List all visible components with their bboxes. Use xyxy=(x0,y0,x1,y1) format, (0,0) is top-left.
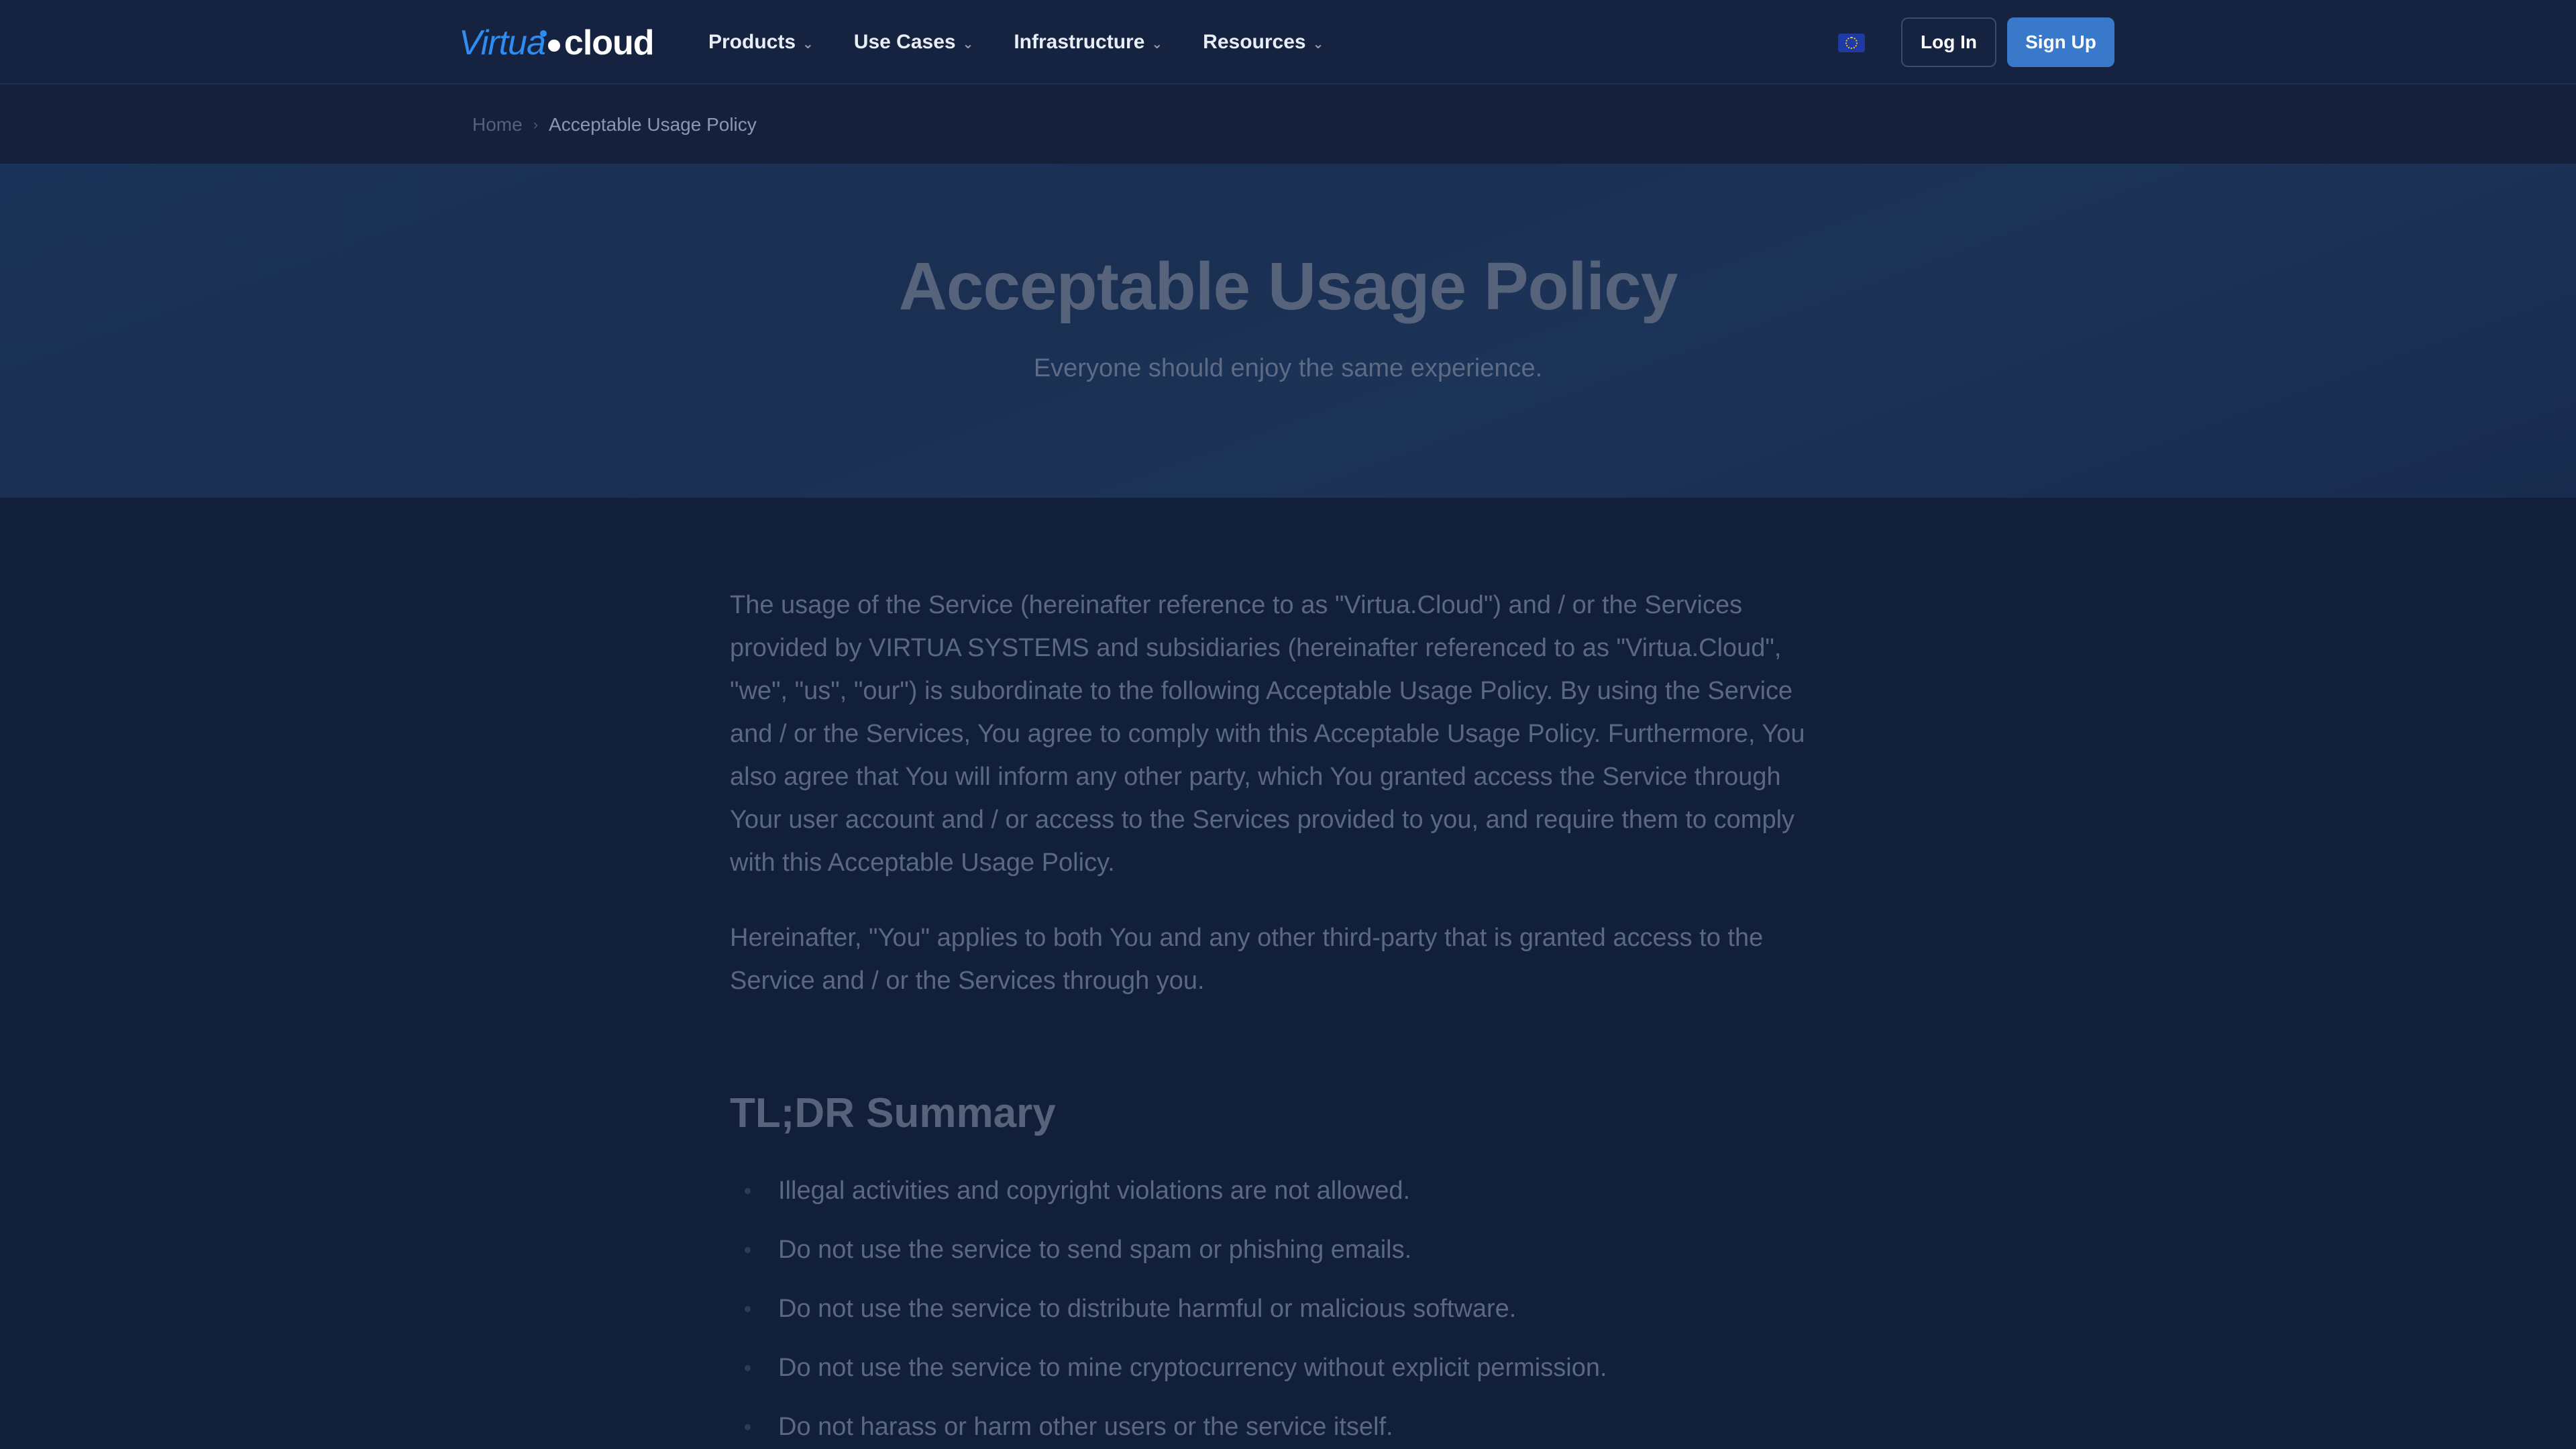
logo-dot-icon xyxy=(539,30,560,52)
breadcrumb-bar: Home › Acceptable Usage Policy xyxy=(0,85,2576,164)
logo-text-cloud: cloud xyxy=(564,23,655,62)
logo-text-virtua: Virtua xyxy=(459,23,546,62)
nav-use-cases[interactable]: Use Cases ⌄ xyxy=(854,0,974,85)
summary-heading: TL;DR Summary xyxy=(730,1090,1056,1136)
nav-products-label: Products xyxy=(708,31,796,53)
nav-resources-label: Resources xyxy=(1203,31,1306,53)
hero-banner: Acceptable Usage Policy Everyone should … xyxy=(0,164,2576,498)
nav-resources[interactable]: Resources ⌄ xyxy=(1203,0,1324,85)
signup-button[interactable]: Sign Up xyxy=(2007,17,2114,67)
page-subtitle: Everyone should enjoy the same experienc… xyxy=(1033,354,1543,382)
nav-products[interactable]: Products ⌄ xyxy=(708,0,814,85)
chevron-down-icon: ⌄ xyxy=(962,36,974,52)
policy-content: The usage of the Service (hereinafter re… xyxy=(730,584,1830,1449)
policy-paragraph: Hereinafter, "You" applies to both You a… xyxy=(730,924,1764,995)
nav-use-cases-label: Use Cases xyxy=(853,31,956,53)
chevron-down-icon: ⌄ xyxy=(1312,36,1324,52)
top-navigation-bar: Virtua cloud Products ⌄ Use Cases ⌄ Infra… xyxy=(0,0,2576,85)
summary-list: Illegal activities and copyright violati… xyxy=(730,1176,1830,1449)
summary-list-item: Do not harass or harm other users or the… xyxy=(730,1412,1830,1449)
policy-paragraph: The usage of the Service (hereinafter re… xyxy=(730,591,1805,877)
breadcrumb: Home › Acceptable Usage Policy xyxy=(472,114,757,136)
breadcrumb-current: Acceptable Usage Policy xyxy=(549,114,757,135)
chevron-down-icon: ⌄ xyxy=(802,36,814,52)
chevron-right-icon: › xyxy=(533,116,539,133)
summary-list-item: Do not use the service to mine cryptocur… xyxy=(730,1353,1830,1412)
main-nav: Products ⌄ Use Cases ⌄ Infrastructure ⌄ … xyxy=(708,0,1364,85)
eu-flag-icon[interactable] xyxy=(1838,34,1865,52)
nav-infrastructure-label: Infrastructure xyxy=(1014,31,1145,53)
chevron-down-icon: ⌄ xyxy=(1151,36,1163,52)
summary-list-item: Do not use the service to distribute har… xyxy=(730,1294,1830,1353)
virtua-cloud-logo[interactable]: Virtua cloud xyxy=(459,23,655,62)
page-title: Acceptable Usage Policy xyxy=(898,249,1678,324)
summary-list-item: Do not use the service to send spam or p… xyxy=(730,1235,1830,1294)
breadcrumb-home-link[interactable]: Home xyxy=(472,114,523,136)
summary-list-item: Illegal activities and copyright violati… xyxy=(730,1176,1830,1235)
nav-infrastructure[interactable]: Infrastructure ⌄ xyxy=(1014,0,1163,85)
login-button[interactable]: Log In xyxy=(1901,17,1996,67)
